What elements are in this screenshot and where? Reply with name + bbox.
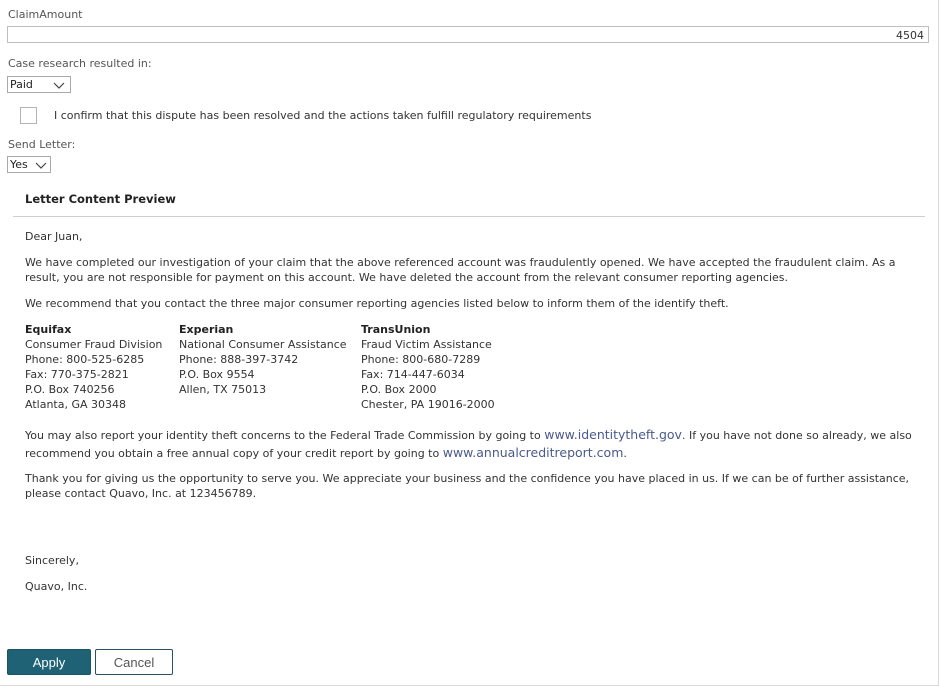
letter-greeting: Dear Juan,	[25, 230, 83, 243]
claim-amount-input[interactable]: 4504	[7, 26, 929, 43]
chevron-down-icon	[53, 82, 65, 89]
confirm-label: I confirm that this dispute has been res…	[54, 109, 592, 122]
agency-line: P.O. Box 2000	[361, 383, 437, 396]
annualcreditreport-link[interactable]: www.annualcreditreport.com	[443, 445, 624, 460]
letter-closing: Sincerely,	[25, 554, 79, 567]
agency-experian: Experian National Consumer Assistance Ph…	[179, 322, 347, 397]
agency-line: P.O. Box 740256	[25, 383, 115, 396]
send-letter-label: Send Letter:	[8, 138, 76, 151]
agency-line: Atlanta, GA 30348	[25, 398, 126, 411]
agency-line: Consumer Fraud Division	[25, 338, 163, 351]
agency-line: Phone: 800-525-6285	[25, 353, 145, 366]
letter-paragraph-2: We recommend that you contact the three …	[25, 297, 729, 310]
case-research-select[interactable]: Paid	[7, 76, 71, 93]
agency-name: Experian	[179, 323, 234, 336]
agency-line: Fax: 714-447-6034	[361, 368, 465, 381]
divider	[13, 216, 925, 217]
paragraph-text: .	[623, 447, 627, 460]
paragraph-text: You may also report your identity theft …	[25, 429, 545, 442]
case-research-value: Paid	[10, 78, 33, 91]
agency-line: Allen, TX 75013	[179, 383, 267, 396]
agency-transunion: TransUnion Fraud Victim Assistance Phone…	[361, 322, 495, 412]
letter-paragraph-4: Thank you for giving us the opportunity …	[25, 472, 910, 500]
cancel-button[interactable]: Cancel	[95, 649, 173, 675]
agency-line: Chester, PA 19016-2000	[361, 398, 495, 411]
agency-line: Phone: 888-397-3742	[179, 353, 299, 366]
case-research-label: Case research resulted in:	[8, 57, 152, 70]
agency-line: P.O. Box 9554	[179, 368, 255, 381]
agency-name: Equifax	[25, 323, 72, 336]
agency-name: TransUnion	[361, 323, 431, 336]
agency-line: Fax: 770-375-2821	[25, 368, 129, 381]
letter-paragraph-3: You may also report your identity theft …	[25, 426, 915, 462]
letter-paragraph-1: We have completed our investigation of y…	[25, 256, 896, 284]
agency-line: Fraud Victim Assistance	[361, 338, 492, 351]
send-letter-select[interactable]: Yes	[7, 156, 51, 173]
apply-button[interactable]: Apply	[7, 649, 91, 675]
agency-equifax: Equifax Consumer Fraud Division Phone: 8…	[25, 322, 162, 412]
letter-signature: Quavo, Inc.	[25, 580, 88, 593]
send-letter-value: Yes	[10, 158, 28, 171]
claim-amount-label: ClaimAmount	[8, 8, 83, 21]
agency-line: Phone: 800-680-7289	[361, 353, 481, 366]
confirm-checkbox[interactable]	[20, 107, 37, 124]
chevron-down-icon	[35, 162, 47, 169]
agency-line: National Consumer Assistance	[179, 338, 347, 351]
identitytheft-link[interactable]: www.identitytheft.gov	[544, 427, 682, 442]
letter-preview-title: Letter Content Preview	[25, 192, 176, 206]
